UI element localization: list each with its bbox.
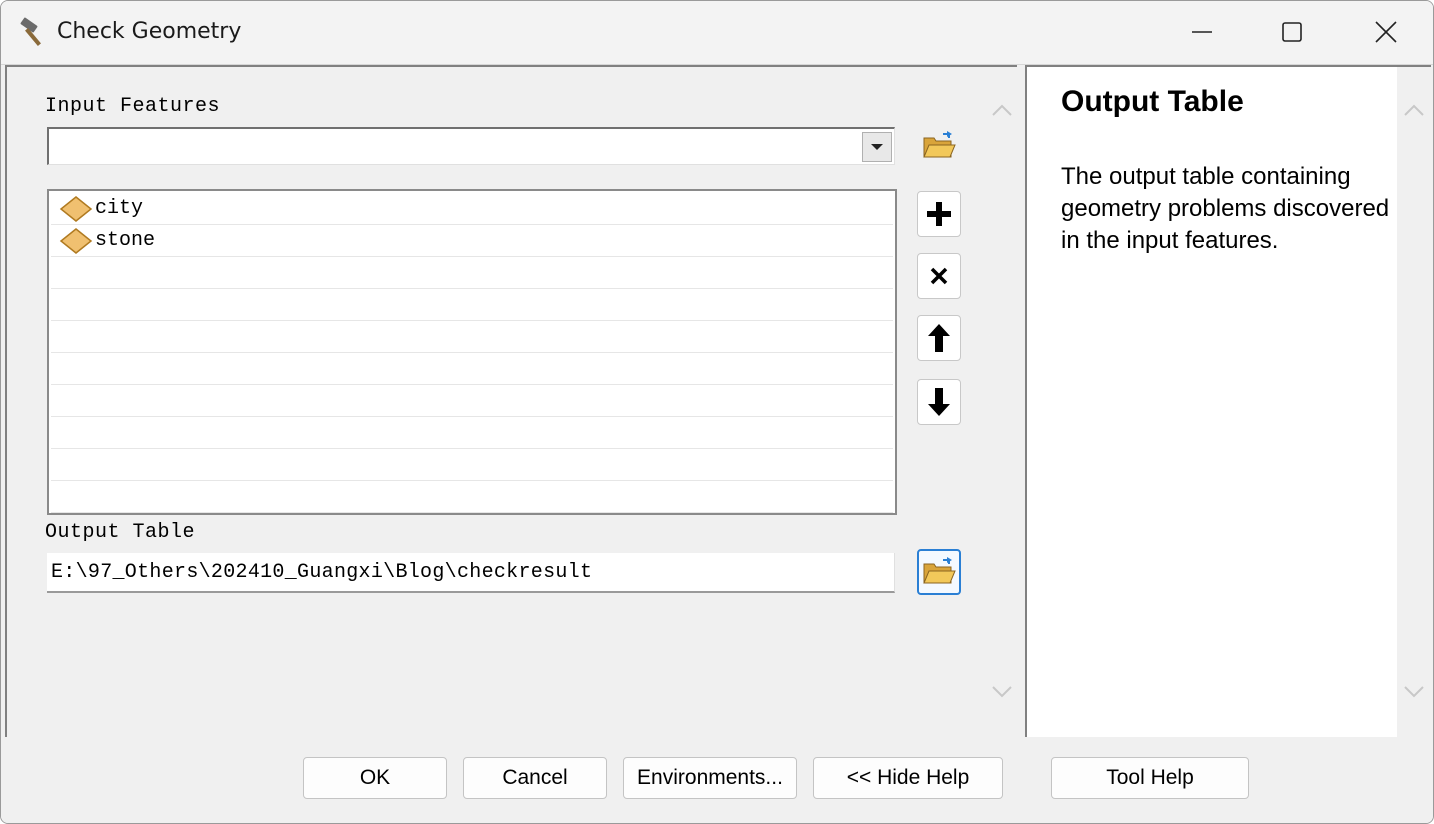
list-item-label: stone: [95, 229, 156, 252]
scroll-up-icon[interactable]: [990, 99, 1014, 123]
output-table-browse-button[interactable]: [917, 549, 961, 595]
output-table-label: Output Table: [45, 521, 196, 544]
move-down-button[interactable]: [917, 379, 961, 425]
output-table-value: E:\97_Others\202410_Guangxi\Blog\checkre…: [51, 560, 593, 584]
list-item-empty: [51, 417, 893, 449]
scroll-down-icon[interactable]: [1402, 679, 1426, 703]
folder-open-icon: [923, 557, 956, 584]
list-item[interactable]: city: [51, 193, 893, 225]
close-button[interactable]: [1363, 11, 1409, 53]
arrow-down-icon: [928, 388, 950, 416]
scroll-down-icon[interactable]: [990, 679, 1014, 703]
list-item[interactable]: stone: [51, 225, 893, 257]
help-panel: Output Table The output table containing…: [1025, 65, 1431, 737]
output-table-field[interactable]: E:\97_Others\202410_Guangxi\Blog\checkre…: [47, 553, 895, 593]
x-icon: [930, 267, 948, 285]
move-up-button[interactable]: [917, 315, 961, 361]
check-geometry-dialog: Check Geometry Input Features city stone…: [0, 0, 1434, 824]
maximize-icon: [1282, 22, 1302, 42]
list-item-empty: [51, 257, 893, 289]
scroll-up-icon[interactable]: [1402, 99, 1426, 123]
feature-layer-icon: [59, 227, 93, 254]
input-features-browse-button[interactable]: [917, 123, 961, 169]
add-button[interactable]: [917, 191, 961, 237]
list-item-empty: [51, 321, 893, 353]
maximize-button[interactable]: [1269, 11, 1315, 53]
combo-dropdown-button[interactable]: [862, 132, 892, 162]
feature-layer-icon: [59, 195, 93, 222]
dialog-button-bar: OK Cancel Environments... << Hide Help T…: [1, 739, 1433, 823]
input-features-combo[interactable]: [47, 127, 895, 165]
input-features-label: Input Features: [45, 95, 221, 118]
hide-help-button[interactable]: << Hide Help: [813, 757, 1003, 799]
list-item-empty: [51, 481, 893, 513]
remove-button[interactable]: [917, 253, 961, 299]
input-features-list[interactable]: city stone: [47, 189, 897, 515]
parameters-scrollbar[interactable]: [985, 67, 1019, 737]
chevron-down-icon: [871, 144, 883, 150]
title-bar: Check Geometry: [1, 1, 1433, 65]
arrow-up-icon: [928, 324, 950, 352]
list-item-label: city: [95, 197, 144, 220]
help-title: Output Table: [1061, 85, 1244, 118]
hammer-icon: [20, 17, 41, 46]
list-item-empty: [51, 385, 893, 417]
cancel-button[interactable]: Cancel: [463, 757, 607, 799]
list-item-empty: [51, 289, 893, 321]
list-item-empty: [51, 353, 893, 385]
minimize-button[interactable]: [1179, 11, 1225, 53]
help-scrollbar[interactable]: [1397, 67, 1431, 737]
list-item-empty: [51, 449, 893, 481]
ok-button[interactable]: OK: [303, 757, 447, 799]
minimize-icon: [1192, 31, 1212, 33]
plus-icon: [927, 202, 951, 226]
window-title: Check Geometry: [57, 19, 242, 44]
parameters-panel: Input Features city stone Output Table E…: [5, 65, 1019, 737]
environments-button[interactable]: Environments...: [623, 757, 797, 799]
tool-help-button[interactable]: Tool Help: [1051, 757, 1249, 799]
close-icon: [1375, 21, 1397, 43]
folder-open-icon: [923, 131, 956, 158]
help-body: The output table containing geometry pro…: [1061, 163, 1390, 254]
